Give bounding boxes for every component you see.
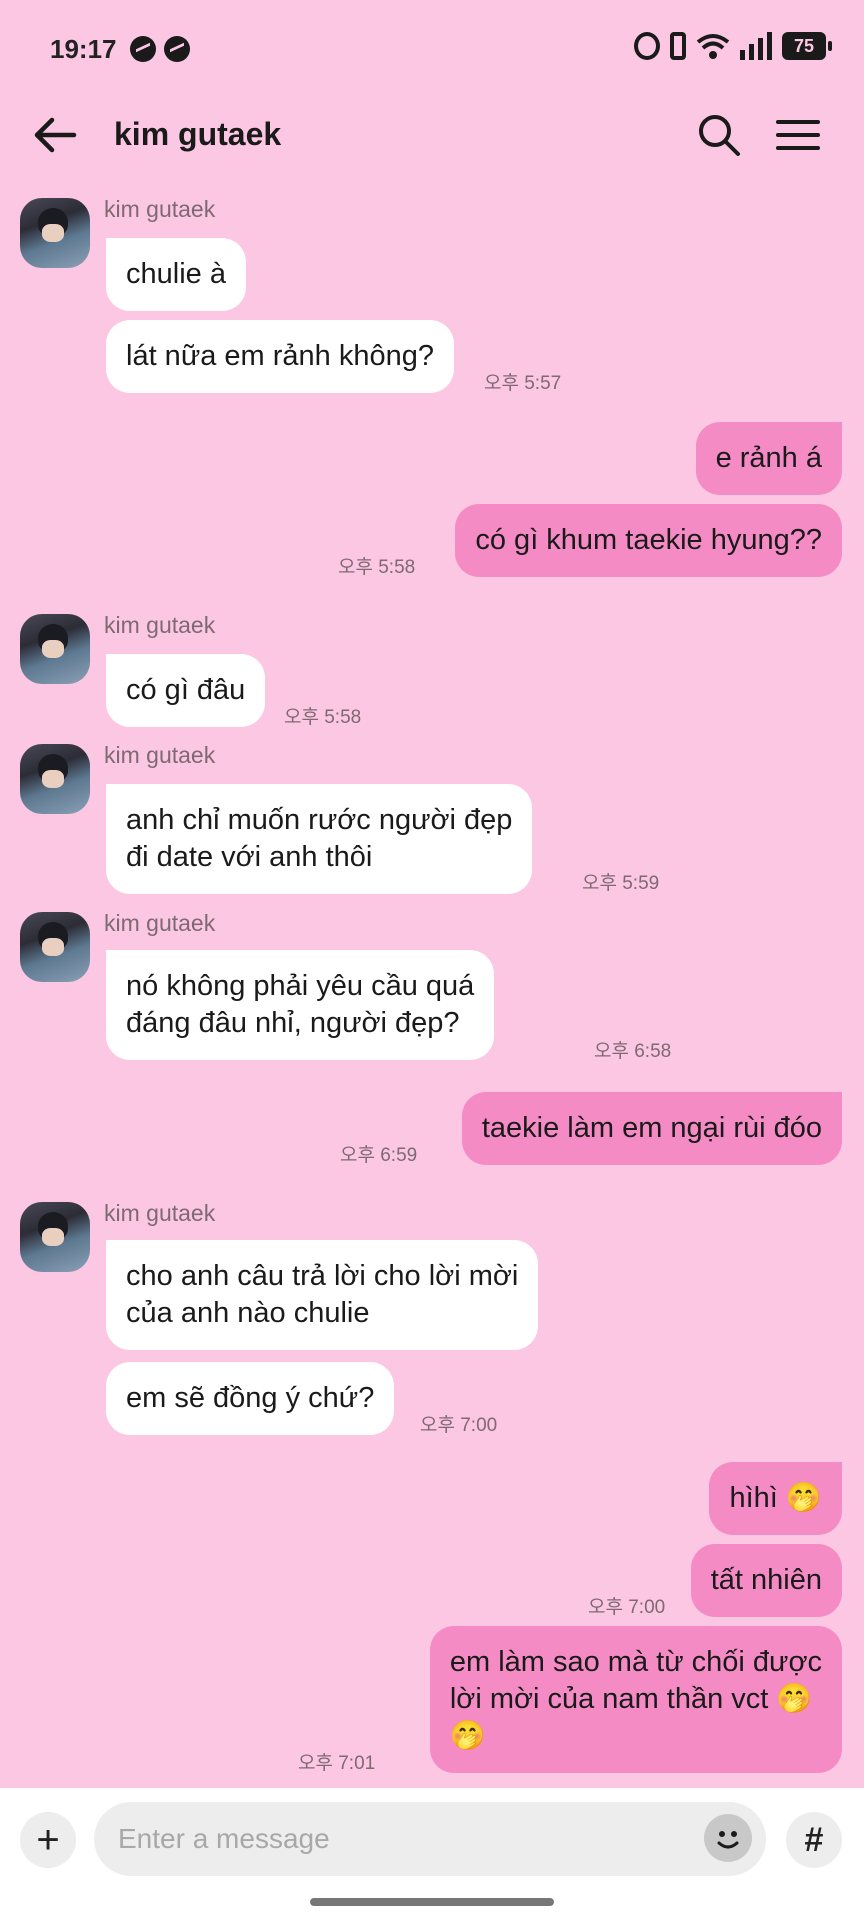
status-bar: 19:17 75 bbox=[0, 0, 864, 100]
message-line: anh chỉ muốn rước người đẹp bbox=[126, 804, 513, 836]
message-time: 오후 5:59 bbox=[582, 873, 660, 894]
message-input[interactable] bbox=[94, 1802, 766, 1876]
incoming-message[interactable]: cho anh câu trả lời cho lời mời của anh … bbox=[106, 1240, 539, 1350]
message-line: đáng đâu nhỉ, người đẹp? bbox=[126, 1007, 460, 1039]
message-time: 오후 5:58 bbox=[338, 557, 416, 578]
sender-name: kim gutaek bbox=[104, 196, 216, 222]
wifi-icon bbox=[696, 32, 730, 60]
avatar[interactable] bbox=[20, 198, 90, 268]
messenger-icon bbox=[164, 36, 190, 62]
battery-icon: 75 bbox=[782, 32, 832, 60]
message-line: lời mời của nam thần vct 🤭 bbox=[449, 1683, 813, 1715]
avatar[interactable] bbox=[20, 614, 90, 684]
message-line: đi date với anh thôi bbox=[126, 841, 373, 873]
status-time: 19:17 bbox=[50, 34, 117, 64]
incoming-message[interactable]: nó không phải yêu cầu quá đáng đâu nhỉ, … bbox=[106, 950, 495, 1060]
message-time: 오후 5:57 bbox=[484, 373, 562, 394]
message-time: 오후 7:01 bbox=[298, 1753, 376, 1774]
message-list: kim gutaek chulie à lát nữa em rảnh khôn… bbox=[0, 190, 864, 1790]
back-arrow-icon[interactable] bbox=[30, 110, 80, 160]
outgoing-message[interactable]: em làm sao mà từ chối được lời mời của n… bbox=[429, 1626, 842, 1773]
chat-title: kim gutaek bbox=[114, 116, 282, 152]
incoming-message[interactable]: chulie à bbox=[106, 238, 246, 311]
avatar[interactable] bbox=[20, 912, 90, 982]
incoming-message[interactable]: anh chỉ muốn rước người đẹp đi date với … bbox=[106, 784, 533, 894]
menu-icon[interactable] bbox=[772, 110, 824, 160]
sender-name: kim gutaek bbox=[104, 612, 216, 638]
message-time: 오후 7:00 bbox=[588, 1597, 666, 1618]
sender-name: kim gutaek bbox=[104, 742, 216, 768]
search-icon[interactable] bbox=[694, 110, 744, 160]
hashtag-icon[interactable]: # bbox=[786, 1812, 842, 1868]
messenger-icon bbox=[130, 36, 156, 62]
message-line: cho anh câu trả lời cho lời mời bbox=[126, 1260, 519, 1292]
emoji-icon[interactable] bbox=[704, 1814, 752, 1862]
incoming-message[interactable]: có gì đâu bbox=[106, 654, 266, 727]
alarm-icon bbox=[634, 32, 660, 60]
sender-name: kim gutaek bbox=[104, 1200, 216, 1226]
chat-header: kim gutaek bbox=[0, 100, 864, 200]
incoming-message[interactable]: em sẽ đồng ý chứ? bbox=[106, 1362, 395, 1435]
message-time: 오후 7:00 bbox=[420, 1415, 498, 1436]
plus-icon[interactable]: + bbox=[20, 1812, 76, 1868]
avatar[interactable] bbox=[20, 1202, 90, 1272]
outgoing-message[interactable]: có gì khum taekie hyung?? bbox=[455, 504, 842, 577]
notification-icons bbox=[130, 36, 190, 62]
message-line: nó không phải yêu cầu quá bbox=[126, 970, 475, 1002]
sender-name: kim gutaek bbox=[104, 910, 216, 936]
message-time: 오후 6:58 bbox=[594, 1041, 672, 1062]
home-indicator[interactable] bbox=[310, 1898, 554, 1906]
vibrate-icon bbox=[670, 32, 686, 60]
message-input-bar: + # bbox=[0, 1788, 864, 1920]
outgoing-message[interactable]: hìhì 🤭 bbox=[709, 1462, 842, 1535]
message-line: em làm sao mà từ chối được bbox=[449, 1646, 822, 1678]
signal-icon bbox=[740, 32, 772, 60]
outgoing-message[interactable]: e rảnh á bbox=[695, 422, 842, 495]
avatar[interactable] bbox=[20, 744, 90, 814]
outgoing-message[interactable]: tất nhiên bbox=[690, 1544, 842, 1617]
outgoing-message[interactable]: taekie làm em ngại rùi đóo bbox=[461, 1092, 842, 1165]
status-right: 75 bbox=[634, 32, 832, 60]
incoming-message[interactable]: lát nữa em rảnh không? bbox=[106, 320, 454, 393]
message-time: 오후 5:58 bbox=[284, 707, 362, 728]
message-line: 🤭 bbox=[449, 1720, 486, 1752]
message-line: của anh nào chulie bbox=[126, 1297, 370, 1329]
message-time: 오후 6:59 bbox=[340, 1145, 418, 1166]
